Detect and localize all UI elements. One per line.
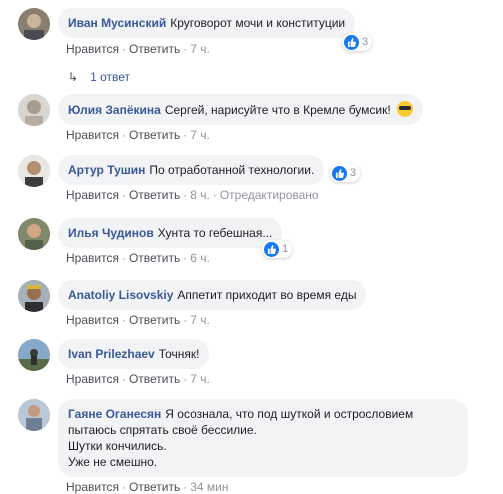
like-link[interactable]: Нравится [66, 372, 119, 386]
avatar[interactable] [18, 218, 50, 250]
reaction-number: 1 [282, 243, 289, 255]
comment-text: Сергей, нарисуйте что в Кремле бумсик! [164, 103, 391, 117]
avatar[interactable] [18, 339, 50, 371]
separator: · [121, 480, 126, 494]
reply-link[interactable]: Ответить [129, 42, 180, 56]
separator: · [183, 313, 188, 327]
separator: · [183, 188, 188, 202]
comment-actions: Нравится · Ответить · 34 мин [66, 480, 229, 494]
like-link[interactable]: Нравится [66, 480, 119, 494]
timestamp[interactable]: 7 ч. [190, 313, 210, 327]
comment-author[interactable]: Anatoliy Lisovskiy [68, 288, 173, 302]
comment-text-line-3: Шутки кончились. [68, 439, 167, 453]
separator: · [121, 128, 126, 142]
timestamp[interactable]: 34 мин [190, 480, 228, 494]
reply-link[interactable]: Ответить [129, 372, 180, 386]
view-replies[interactable]: ↳ 1 ответ [68, 70, 130, 84]
comment-bubble: Anatoliy Lisovskiy Аппетит приходит во вр… [58, 280, 367, 310]
comment-actions: Нравится · Ответить · 7 ч. [66, 128, 210, 142]
like-link[interactable]: Нравится [66, 188, 119, 202]
timestamp[interactable]: 7 ч. [190, 42, 210, 56]
comment-bubble: Юлия Запёкина Сергей, нарисуйте что в Кре… [58, 94, 424, 125]
like-icon [344, 34, 359, 50]
timestamp[interactable]: 8 ч. [190, 188, 210, 202]
comment-actions: Нравится · Ответить · 7 ч. [66, 42, 210, 56]
like-link[interactable]: Нравится [66, 42, 119, 56]
comment-text: Хунта то гебешная... [157, 226, 273, 240]
comment-bubble: Иван Мусинский Круговорот мочи и конститу… [58, 8, 356, 38]
reaction-count[interactable]: 1 [262, 240, 293, 258]
reply-arrow-icon: ↳ [68, 70, 79, 84]
sunglasses-emoji-icon [397, 101, 414, 117]
comment-bubble: Ivan Prilezhaev Точняк! [58, 339, 210, 369]
reaction-count[interactable]: 3 [330, 164, 361, 182]
reaction-number: 3 [350, 167, 357, 179]
avatar[interactable] [18, 94, 50, 126]
reply-link[interactable]: Ответить [129, 251, 180, 265]
separator: · [121, 372, 126, 386]
reply-link[interactable]: Ответить [129, 128, 180, 142]
reaction-number: 3 [362, 36, 369, 48]
comment-author[interactable]: Гаяне Оганесян [68, 407, 161, 421]
comment-bubble: Илья Чудинов Хунта то гебешная... [58, 218, 283, 248]
avatar[interactable] [18, 155, 50, 187]
replies-count[interactable]: 1 ответ [90, 70, 130, 84]
separator: · [121, 251, 126, 265]
comment-text: По отработанной технологии. [149, 163, 315, 177]
like-link[interactable]: Нравится [66, 313, 119, 327]
comment-actions: Нравится · Ответить · 8 ч. · Отредактировано [66, 188, 319, 202]
like-icon [332, 165, 347, 181]
comment-bubble: Гаяне Оганесян Я осознала, что под шуткой… [58, 399, 468, 477]
like-icon [264, 241, 279, 257]
edited-label[interactable]: Отредактировано [220, 188, 319, 202]
separator: · [183, 480, 188, 494]
comment-bubble: Артур Тушин По отработанной технологии. [58, 155, 325, 185]
separator: · [183, 372, 188, 386]
timestamp[interactable]: 7 ч. [190, 128, 210, 142]
comment-actions: Нравится · Ответить · 7 ч. [66, 313, 210, 327]
separator: · [121, 313, 126, 327]
like-link[interactable]: Нравится [66, 251, 119, 265]
avatar[interactable] [18, 399, 50, 431]
comment-author[interactable]: Илья Чудинов [68, 226, 154, 240]
reply-link[interactable]: Ответить [129, 313, 180, 327]
avatar[interactable] [18, 280, 50, 312]
reply-link[interactable]: Ответить [129, 480, 180, 494]
comment-author[interactable]: Артур Тушин [68, 163, 145, 177]
comment-text: Точняк! [158, 347, 200, 361]
like-link[interactable]: Нравится [66, 128, 119, 142]
separator: · [183, 42, 188, 56]
separator: · [121, 42, 126, 56]
comment-actions: Нравится · Ответить · 6 ч. [66, 251, 210, 265]
avatar[interactable] [18, 8, 50, 40]
timestamp[interactable]: 6 ч. [190, 251, 210, 265]
separator: · [183, 251, 188, 265]
comment-author[interactable]: Юлия Запёкина [68, 103, 161, 117]
separator: · [121, 188, 126, 202]
comment-text-line-2: пытаюсь спрятать своё бессилие. [68, 423, 257, 437]
comment-text: Аппетит приходит во время еды [177, 288, 357, 302]
comment-author[interactable]: Ivan Prilezhaev [68, 347, 155, 361]
separator: · [212, 188, 217, 202]
comment-author[interactable]: Иван Мусинский [68, 16, 166, 30]
comment-text: Круговорот мочи и конституции [170, 16, 346, 30]
timestamp[interactable]: 7 ч. [190, 372, 210, 386]
separator: · [183, 128, 188, 142]
reply-link[interactable]: Ответить [129, 188, 180, 202]
comment-text-line-1: Я осознала, что под шуткой и острословие… [165, 407, 414, 421]
reaction-count[interactable]: 3 [342, 33, 373, 51]
comment-text-line-4: Уже не смешно. [68, 455, 158, 469]
comment-actions: Нравится · Ответить · 7 ч. [66, 372, 210, 386]
